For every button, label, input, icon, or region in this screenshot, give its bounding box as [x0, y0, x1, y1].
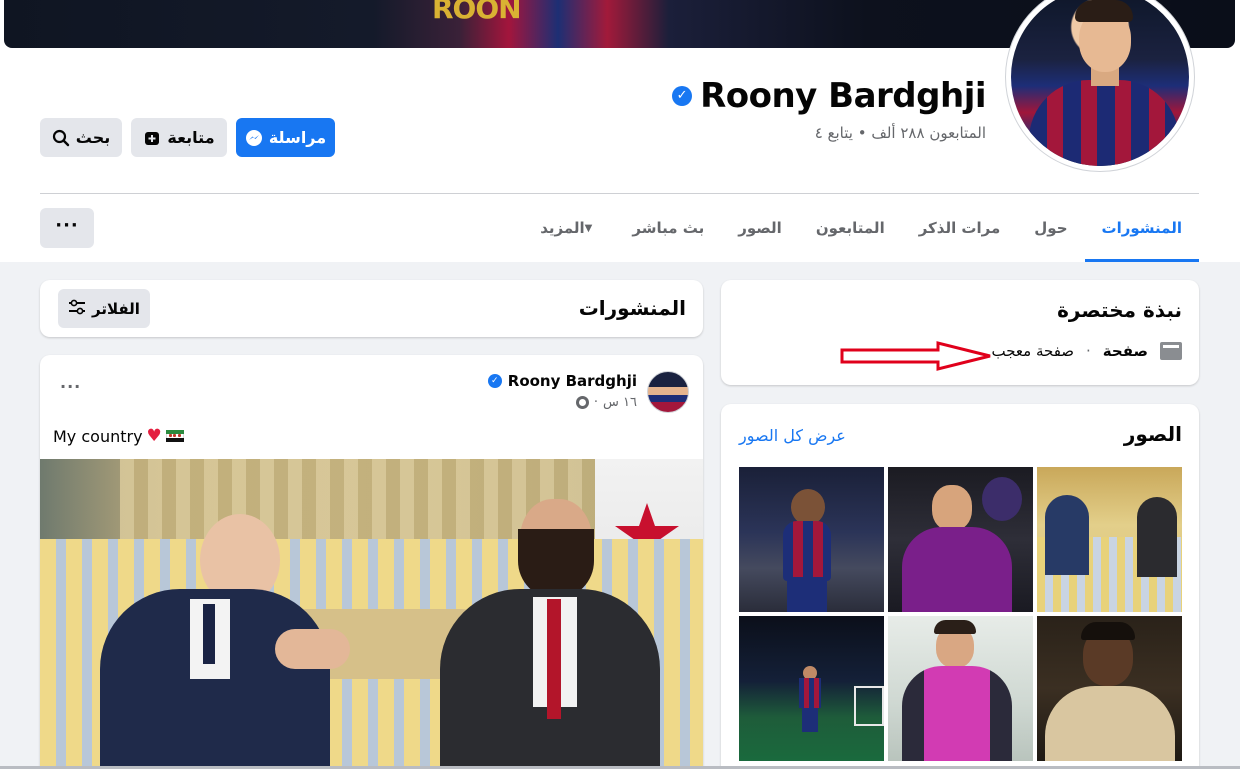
post-author-row: Roony Bardghji ✓ — [487, 372, 637, 390]
follow-icon — [143, 129, 161, 147]
verified-badge-icon: ✓ — [487, 374, 502, 388]
flag-icon — [1160, 342, 1182, 360]
profile-more-options-button[interactable]: ··· — [40, 208, 94, 248]
posts-title: المنشورات — [578, 296, 686, 320]
tab-photos-label: الصور — [738, 219, 782, 237]
post-meta-separator: · — [593, 395, 599, 410]
cover-jersey-text: ROON — [432, 0, 522, 25]
photos-title: الصور — [1123, 422, 1182, 446]
tab-mentions-label: مرات الذكر — [918, 219, 1001, 237]
syria-flag-emoji-icon — [165, 430, 184, 442]
filters-button-label: الفلاتر — [92, 299, 140, 318]
intro-separator: · — [1086, 342, 1091, 360]
tab-live-label: بث مباشر — [632, 219, 705, 237]
verified-badge-icon: ✓ — [672, 86, 693, 106]
avatar-shirt — [1029, 80, 1179, 166]
post-author-avatar[interactable] — [647, 371, 689, 413]
post-image[interactable] — [40, 459, 703, 769]
photo-thumbnail[interactable] — [739, 467, 884, 612]
page-kind: صفحة — [1102, 342, 1148, 360]
tab-more-label: المزيد — [540, 219, 585, 237]
avatar-hair — [1075, 0, 1133, 22]
photo-thumbnail[interactable] — [1037, 467, 1182, 612]
profile-name: Roony Bardghji — [700, 76, 986, 116]
heart-emoji-icon: ♥ — [146, 426, 162, 446]
tab-live[interactable]: بث مباشر — [615, 194, 721, 262]
message-button-label: مراسلة — [268, 128, 327, 147]
annotation-arrow-icon — [840, 341, 991, 371]
tab-mentions[interactable]: مرات الذكر — [902, 194, 1018, 262]
photo-thumbnail[interactable] — [888, 616, 1033, 761]
search-button-label: بحث — [75, 128, 111, 147]
post-author-name[interactable]: Roony Bardghji — [508, 372, 637, 390]
photos-card: الصور عرض كل الصور — [721, 404, 1199, 769]
photo-thumbnail[interactable] — [1037, 616, 1182, 761]
globe-icon — [575, 396, 589, 409]
post-text-content: My country — [53, 426, 143, 446]
see-all-photos-link[interactable]: عرض كل الصور — [739, 426, 846, 445]
search-button[interactable]: بحث — [40, 118, 122, 157]
tab-posts-label: المنشورات — [1101, 219, 1182, 237]
follow-button[interactable]: متابعة — [131, 118, 227, 157]
profile-picture[interactable] — [1011, 0, 1189, 166]
tab-followers[interactable]: المتابعون — [799, 194, 902, 262]
photo-thumbnail[interactable] — [739, 616, 884, 761]
profile-tabs: المنشورات حول مرات الذكر المتابعون الصور… — [523, 194, 1200, 262]
tab-posts[interactable]: المنشورات — [1084, 194, 1200, 262]
post-options-button[interactable]: ··· — [60, 377, 81, 396]
search-icon — [52, 129, 70, 147]
tab-about-label: حول — [1034, 219, 1068, 237]
photo-thumbnail[interactable] — [888, 467, 1033, 612]
tab-photos[interactable]: الصور — [721, 194, 799, 262]
post-time[interactable]: ١٦ س — [603, 395, 637, 410]
page-category: صفحة معجب — [991, 342, 1075, 360]
intro-page-category: صفحة · صفحة معجب — [992, 342, 1182, 360]
post-meta: ١٦ س · — [575, 395, 637, 410]
tab-about[interactable]: حول — [1017, 194, 1084, 262]
chevron-down-icon: ▼ — [584, 222, 593, 234]
post-text: My country ♥ — [53, 426, 184, 446]
follow-button-label: متابعة — [167, 128, 215, 147]
profile-name-row: ✓ Roony Bardghji — [672, 76, 986, 116]
filters-button[interactable]: الفلاتر — [58, 289, 150, 328]
post-card: Roony Bardghji ✓ ١٦ س · ··· My country ♥ — [40, 355, 703, 769]
message-button[interactable]: مراسلة — [236, 118, 335, 157]
followers-count[interactable]: المتابعون ٢٨٨ ألف • يتابع ٤ — [815, 124, 986, 142]
tab-followers-label: المتابعون — [815, 219, 885, 237]
tab-more[interactable]: المزيد▼ — [523, 194, 615, 262]
posts-header-card: المنشورات الفلاتر — [40, 280, 703, 337]
messenger-icon — [245, 129, 263, 147]
sliders-icon — [68, 299, 86, 319]
intro-title: نبذة مختصرة — [1057, 298, 1182, 322]
